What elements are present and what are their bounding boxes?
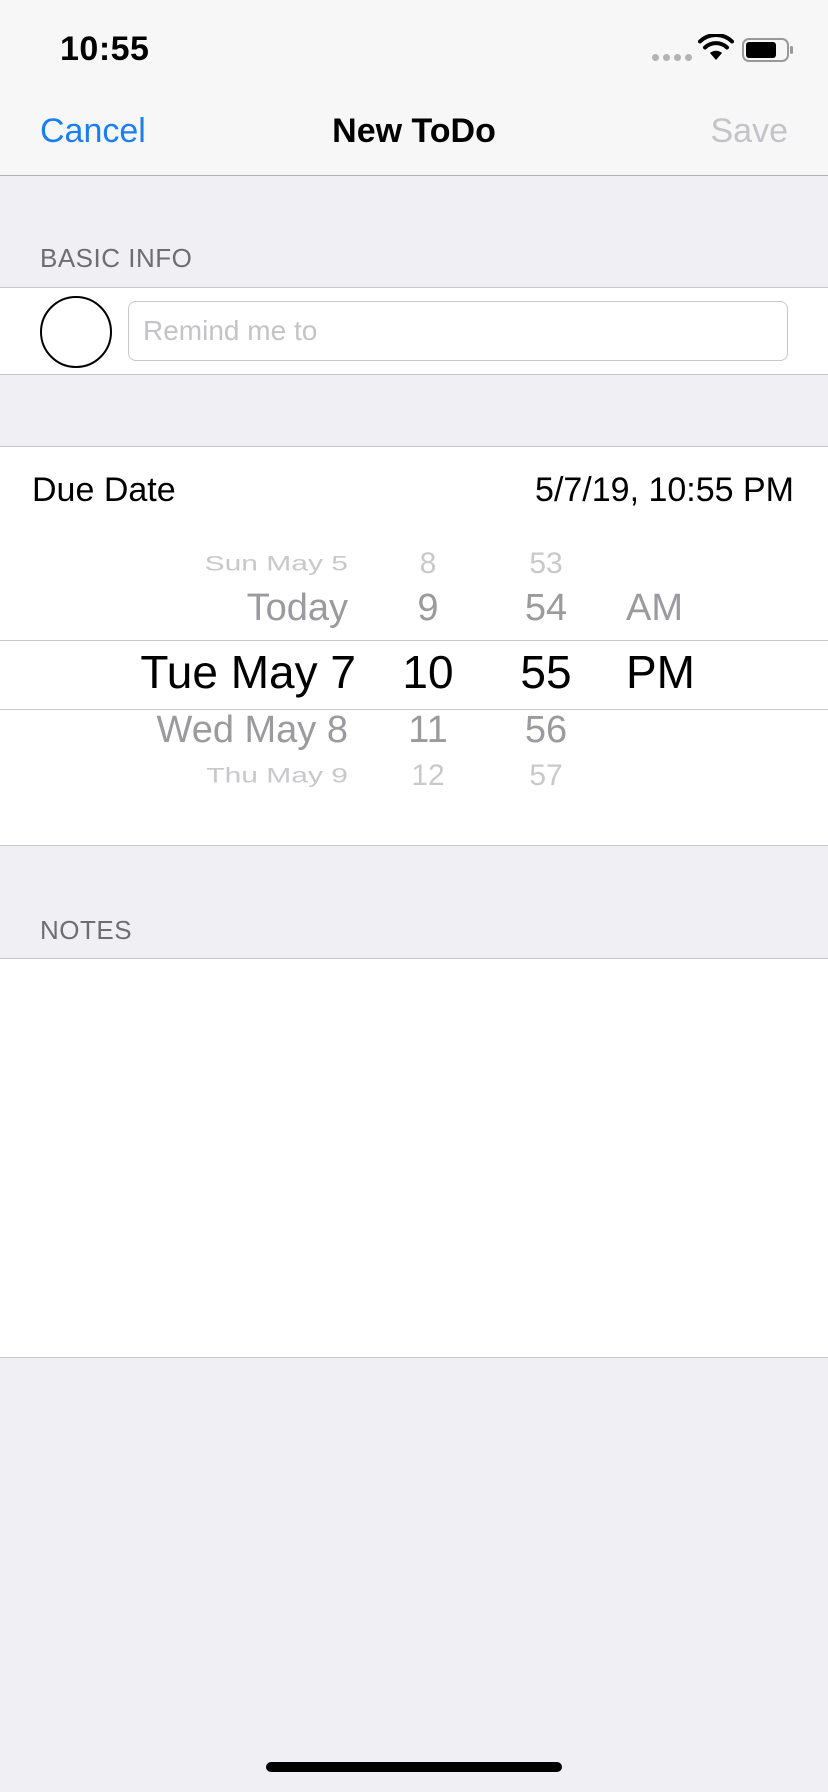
picker-date-option[interactable]: Sun May 5 [205,552,348,576]
picker-hour-option[interactable]: 11 [408,709,447,752]
completion-circle-icon[interactable] [40,296,112,368]
date-time-picker[interactable]: Sun May 5 Today Tue May 7 Wed May 8 Thu … [0,527,828,827]
wifi-icon [698,34,734,60]
battery-icon [742,38,793,62]
picker-minute-option[interactable]: 56 [525,709,567,752]
cellular-signal-icon [652,54,692,61]
picker-ampm-column[interactable]: AM PM [626,527,726,827]
notes-area [0,958,828,1358]
picker-date-option[interactable]: Wed May 8 [157,709,348,752]
picker-hour-option[interactable]: 8 [420,547,437,581]
due-date-value[interactable]: 5/7/19, 10:55 PM [535,471,794,510]
picker-date-option[interactable]: Today [247,587,348,630]
save-button[interactable]: Save [711,112,789,151]
picker-ampm-selected[interactable]: PM [626,645,695,699]
picker-minute-selected[interactable]: 55 [520,645,571,699]
new-todo-screen: 10:55 Cancel New ToDo Save BASIC INFO Du… [0,0,828,1792]
remind-input[interactable] [128,301,788,361]
basic-info-header: BASIC INFO [40,243,193,273]
picker-minute-column[interactable]: 53 54 55 56 57 [506,527,586,827]
picker-date-option[interactable]: Thu May 9 [206,764,348,788]
picker-date-column[interactable]: Sun May 5 Today Tue May 7 Wed May 8 Thu … [120,527,356,827]
notes-input[interactable] [0,959,828,1357]
notes-header: NOTES [40,915,133,945]
picker-minute-option[interactable]: 53 [529,547,562,581]
due-date-section: Due Date 5/7/19, 10:55 PM Sun May 5 Toda… [0,446,828,846]
picker-date-selected[interactable]: Tue May 7 [140,645,356,699]
basic-info-row [0,287,828,375]
due-date-label: Due Date [32,471,176,509]
home-indicator[interactable] [266,1762,562,1772]
picker-hour-selected[interactable]: 10 [402,645,453,699]
picker-minute-option[interactable]: 54 [525,587,567,630]
picker-minute-option[interactable]: 57 [529,759,562,793]
page-title: New ToDo [332,112,496,150]
status-time: 10:55 [60,30,150,68]
picker-hour-column[interactable]: 8 9 10 11 12 [388,527,468,827]
picker-hour-option[interactable]: 12 [411,759,444,793]
picker-hour-option[interactable]: 9 [417,587,438,630]
navigation-bar: 10:55 Cancel New ToDo Save [0,0,828,176]
picker-ampm-option[interactable]: AM [626,587,683,630]
